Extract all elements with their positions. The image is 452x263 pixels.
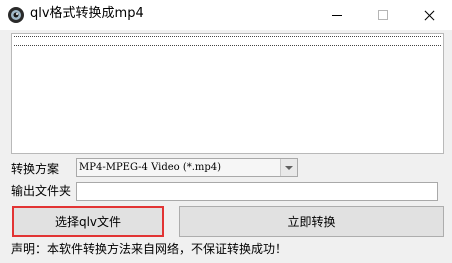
close-icon	[424, 10, 435, 21]
close-button[interactable]	[406, 0, 452, 30]
maximize-icon	[378, 10, 388, 20]
disclaimer-text: 声明：本软件转换方法来自网络，不保证转换成功！	[11, 242, 288, 256]
file-list[interactable]	[11, 33, 444, 154]
scheme-label: 转换方案	[11, 162, 60, 176]
output-folder-label: 输出文件夹	[11, 184, 72, 198]
convert-now-button[interactable]: 立即转换	[179, 206, 444, 237]
chevron-down-icon	[285, 165, 293, 170]
select-qlv-file-button[interactable]: 选择qlv文件	[12, 206, 164, 237]
maximize-button[interactable]	[360, 0, 406, 30]
minimize-icon	[332, 14, 342, 16]
scheme-selected-value: MP4-MPEG-4 Video (*.mp4)	[79, 162, 222, 173]
list-focus-row	[14, 36, 441, 46]
output-folder-input[interactable]	[76, 182, 438, 201]
title-bar: qlv格式转换成mp4	[0, 0, 452, 30]
scheme-dropdown[interactable]: MP4-MPEG-4 Video (*.mp4)	[76, 158, 298, 177]
app-eye-icon	[8, 7, 24, 23]
window-title: qlv格式转换成mp4	[30, 6, 144, 21]
minimize-button[interactable]	[314, 0, 360, 30]
dropdown-arrow-button[interactable]	[280, 159, 297, 176]
